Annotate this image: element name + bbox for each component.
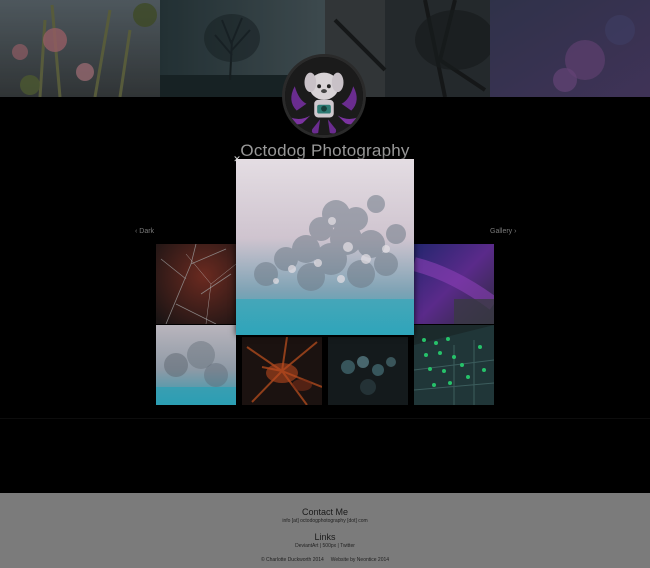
link-deviantart[interactable]: DeviantArt xyxy=(295,543,318,549)
gallery-thumb-red-branches[interactable] xyxy=(156,244,236,324)
gallery-thumb-purple-blur[interactable] xyxy=(414,244,494,324)
lightbox-image[interactable] xyxy=(236,159,414,335)
contact-email[interactable]: info [at] octodogphotography [dot] com xyxy=(0,518,650,524)
divider xyxy=(0,418,650,419)
links-heading: Links xyxy=(314,532,336,542)
footer: Contact Me info [at] octodogphotography … xyxy=(0,493,650,568)
lightbox-close-button[interactable]: ✕ xyxy=(232,154,242,164)
link-separator: | xyxy=(337,543,339,549)
footer-credits: © Charlotte Duckworth 2014 Website by Ne… xyxy=(0,557,650,563)
photo-bokeh xyxy=(328,337,408,405)
octodog-mascot-icon xyxy=(285,57,363,135)
link-twitter[interactable]: Twitter xyxy=(340,543,355,549)
contact-heading: Contact Me xyxy=(301,507,349,517)
photo-tree-teal-small xyxy=(156,325,236,405)
site-title[interactable]: Octodog Photography xyxy=(0,141,650,161)
copyright-text: © Charlotte Duckworth 2014 xyxy=(260,557,324,563)
link-500px[interactable]: 500px xyxy=(323,543,337,549)
gallery-thumb-tree-teal[interactable] xyxy=(156,325,236,405)
credit-text[interactable]: Website by Neontice 2014 xyxy=(331,557,389,563)
gallery-thumb-bokeh[interactable] xyxy=(328,337,408,405)
site-logo[interactable] xyxy=(282,54,366,138)
footer-links: DeviantArt | 500px | Twitter xyxy=(0,543,650,549)
photo-orange-burst xyxy=(242,337,322,405)
photo-green-building xyxy=(414,325,494,405)
gallery-prev-link[interactable]: ‹ Dark xyxy=(135,228,154,235)
gallery-thumb-green-building[interactable] xyxy=(414,325,494,405)
gallery-thumb-orange-burst[interactable] xyxy=(242,337,322,405)
gallery-next-link[interactable]: Gallery › xyxy=(490,228,516,235)
photo-tree-teal-large xyxy=(236,159,414,335)
photo-red-branches xyxy=(156,244,236,324)
link-separator: | xyxy=(319,543,322,549)
photo-purple-blur xyxy=(414,244,494,324)
